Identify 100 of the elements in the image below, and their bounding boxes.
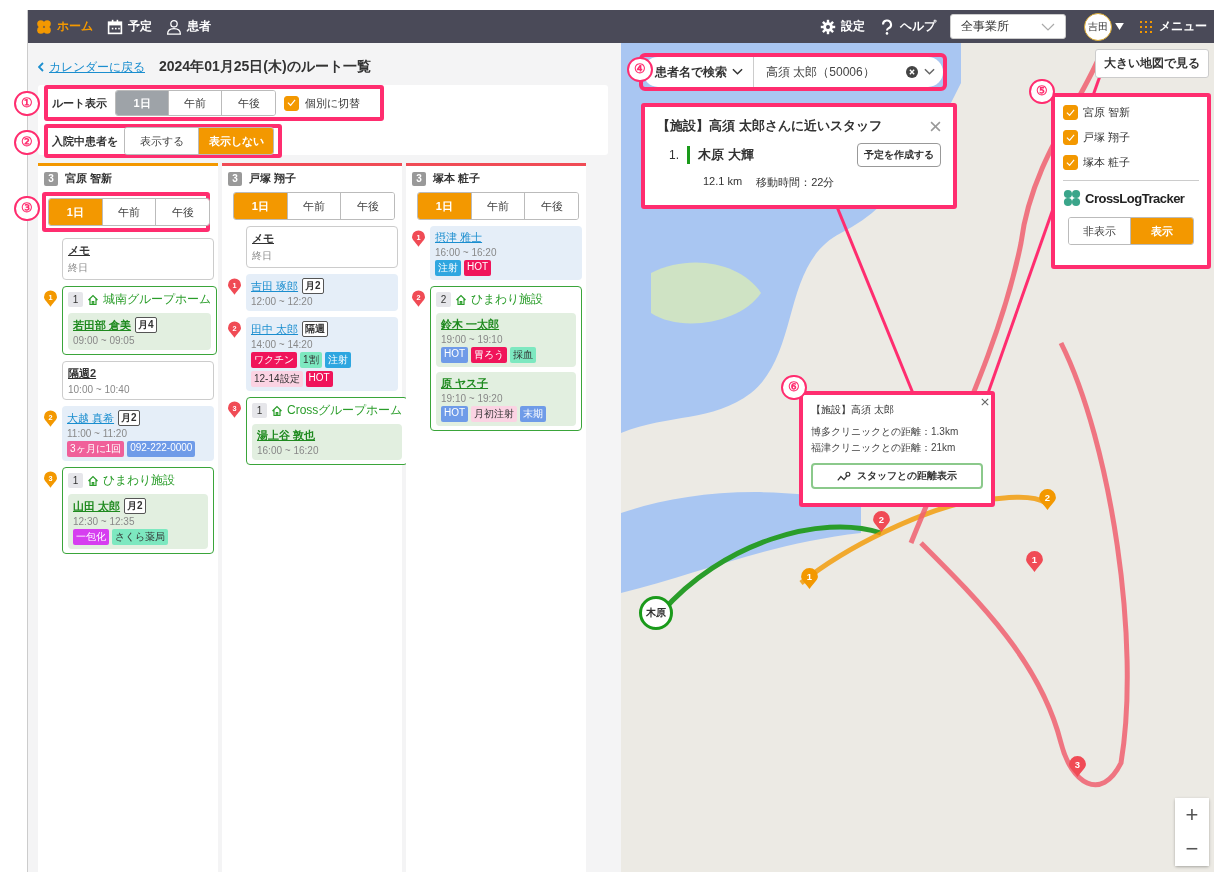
time-text: 終日 bbox=[252, 249, 273, 263]
patient-name-link[interactable]: 山田 太郎 bbox=[73, 498, 121, 514]
route-pin: 1 bbox=[228, 278, 241, 295]
staff-checkbox[interactable]: 宮原 智新 bbox=[1063, 105, 1199, 120]
large-map-button[interactable]: 大きい地図で見る bbox=[1095, 49, 1209, 78]
office-select[interactable]: 全事業所 bbox=[950, 14, 1066, 39]
annotation-number: ② bbox=[14, 130, 40, 155]
memo-card[interactable]: メモ 終日 bbox=[246, 226, 398, 268]
staff-name: 宮原 智新 bbox=[65, 171, 113, 186]
memo-card[interactable]: メモ 終日 bbox=[62, 238, 214, 280]
checkbox[interactable] bbox=[1063, 155, 1078, 170]
route-pin: 2 bbox=[44, 410, 57, 427]
route-pin: 3 bbox=[228, 401, 241, 418]
staff-name: 戸塚 翔子 bbox=[249, 171, 297, 186]
patient-count-badge: 1 bbox=[68, 292, 83, 307]
time-text: 16:00 ~ 16:20 bbox=[435, 247, 498, 258]
zoom-in-button[interactable]: + bbox=[1175, 798, 1209, 832]
map-pin[interactable]: 2 bbox=[873, 511, 890, 532]
tracker-toggle-tab[interactable]: 非表示 bbox=[1069, 218, 1131, 244]
memo-card[interactable]: 隔週2 10:00 ~ 10:40 bbox=[62, 361, 214, 400]
house-icon bbox=[271, 404, 283, 417]
staff-location-marker[interactable]: 木原 bbox=[639, 596, 673, 630]
nav-link[interactable]: ホーム bbox=[36, 18, 93, 35]
clear-icon[interactable] bbox=[906, 66, 918, 78]
distance-text: 福津クリニックとの距離：21km bbox=[811, 441, 957, 455]
annotation-number: ① bbox=[14, 91, 40, 116]
tag: 月初注射 bbox=[471, 406, 518, 422]
page-title: 2024年01月25日(木)のルート一覧 bbox=[159, 58, 371, 76]
create-schedule-button[interactable]: 予定を作成する bbox=[857, 143, 941, 167]
checkbox[interactable] bbox=[1063, 130, 1078, 145]
settings-icon bbox=[820, 18, 836, 35]
time-text: 12:30 ~ 12:35 bbox=[73, 516, 136, 527]
staff-checkbox[interactable]: 戸塚 翔子 bbox=[1063, 130, 1199, 145]
count-badge: 3 bbox=[228, 171, 242, 186]
patient-name-link[interactable]: 湯上谷 敦也 bbox=[257, 428, 316, 443]
tag: HOT bbox=[441, 406, 469, 422]
distance-text: 博多クリニックとの距離：1.3km bbox=[811, 425, 960, 439]
tracker-brand-name: CrossLogTracker bbox=[1085, 190, 1185, 206]
search-mode-dropdown[interactable]: 患者名で検索 bbox=[655, 57, 754, 87]
facility-name: 城南グループホーム bbox=[103, 291, 211, 308]
time-text: 終日 bbox=[68, 261, 89, 275]
nav-link[interactable]: 患者 bbox=[166, 18, 211, 35]
memo-title: 隔週2 bbox=[68, 366, 97, 381]
patient-count-badge: 1 bbox=[68, 473, 83, 488]
nav-link[interactable]: 予定 bbox=[107, 18, 152, 35]
check-icon bbox=[287, 99, 296, 107]
person-icon bbox=[166, 18, 182, 35]
tag: HOT bbox=[441, 347, 469, 363]
travel-time-text: 移動時間：22分 bbox=[756, 175, 835, 190]
tag: 3ヶ月に1回 bbox=[67, 441, 125, 457]
time-text: 10:00 ~ 10:40 bbox=[68, 384, 131, 395]
time-text: 19:00 ~ 19:10 bbox=[441, 334, 504, 345]
memo-title: メモ bbox=[252, 231, 274, 246]
chevron-down-icon bbox=[1041, 22, 1055, 31]
inpatient-label: 入院中患者を bbox=[52, 133, 118, 149]
time-text: 14:00 ~ 14:20 bbox=[251, 339, 314, 350]
map-pin[interactable]: 3 bbox=[1069, 756, 1086, 777]
patient-count-badge: 1 bbox=[252, 403, 267, 418]
map-pin[interactable]: 1 bbox=[1026, 551, 1043, 572]
staff-checkbox[interactable]: 塚本 粧子 bbox=[1063, 155, 1199, 170]
zoom-out-button[interactable]: − bbox=[1175, 832, 1209, 866]
tag: さくら薬局 bbox=[112, 529, 168, 545]
patient-name-link[interactable]: 原 ヤス子 bbox=[441, 376, 489, 391]
popup-title: 【施設】高須 太郎 bbox=[811, 403, 895, 417]
checkbox[interactable] bbox=[1063, 105, 1078, 120]
inpatient-option-tab[interactable]: 表示する bbox=[125, 128, 199, 154]
frequency-badge: 月2 bbox=[302, 278, 324, 294]
tag: 注射 bbox=[324, 352, 351, 368]
patient-count-badge: 2 bbox=[436, 292, 451, 307]
clover-logo-icon bbox=[36, 18, 52, 35]
frequency-badge: 月2 bbox=[118, 410, 140, 426]
patient-name-link[interactable]: 若田部 倉美 bbox=[73, 317, 132, 333]
house-icon bbox=[87, 293, 99, 306]
time-text: 19:10 ~ 19:20 bbox=[441, 393, 504, 404]
help-link[interactable]: ヘルプ bbox=[879, 18, 936, 35]
check-icon bbox=[1066, 108, 1075, 117]
tag: HOT bbox=[464, 260, 492, 276]
route-pin: 2 bbox=[412, 290, 425, 307]
calendar-icon bbox=[107, 18, 123, 35]
count-badge: 3 bbox=[412, 171, 426, 186]
route-pin: 2 bbox=[228, 321, 241, 338]
tag: 12-14設定 bbox=[251, 371, 303, 387]
tag: 092-222-0000 bbox=[127, 441, 196, 457]
route-display-label: ルート表示 bbox=[52, 95, 107, 111]
time-text: 12:00 ~ 12:20 bbox=[251, 296, 314, 307]
patient-name-link[interactable]: 鈴木 一太郎 bbox=[441, 317, 500, 332]
house-icon bbox=[87, 474, 99, 487]
chevron-left-icon bbox=[38, 62, 44, 72]
menu-link[interactable]: メニュー bbox=[1138, 18, 1207, 35]
clover-logo-icon bbox=[1063, 189, 1081, 207]
settings-link[interactable]: 設定 bbox=[820, 18, 865, 35]
tag: 胃ろう bbox=[471, 347, 508, 363]
check-icon bbox=[1066, 158, 1075, 167]
chevron-down-icon bbox=[732, 68, 743, 76]
tag: 一包化 bbox=[73, 529, 109, 545]
frequency-badge: 月4 bbox=[135, 317, 157, 333]
tag: ワクチン bbox=[251, 352, 297, 368]
chevron-down-icon[interactable] bbox=[924, 68, 935, 76]
staff-distance-button[interactable]: スタッフとの距離表示 bbox=[811, 463, 983, 489]
tag: 注射 bbox=[435, 260, 461, 276]
